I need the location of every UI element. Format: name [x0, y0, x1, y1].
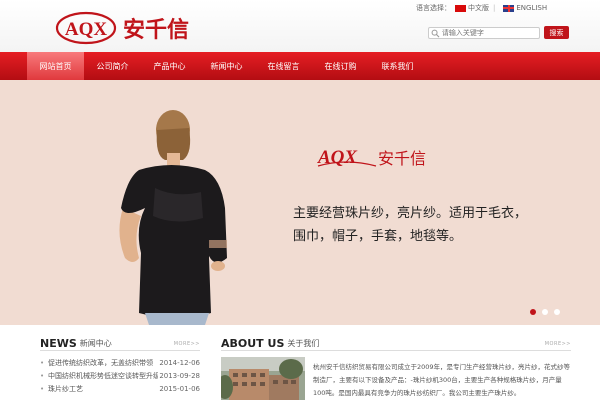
nav-message[interactable]: 在线留言	[255, 52, 312, 80]
china-flag-icon[interactable]	[455, 4, 466, 12]
language-en-link[interactable]: ENGLISH	[516, 4, 547, 12]
news-item-date: 2015-01-06	[159, 384, 200, 393]
language-label: 语言选择：	[416, 4, 451, 12]
logo-cn-text: 安千信	[123, 17, 189, 43]
nav-home[interactable]: 网站首页	[27, 52, 84, 80]
news-item-date: 2014-12-06	[159, 358, 200, 367]
slogan-line: 主要经营珠片纱，亮片纱。适用于毛衣，	[293, 206, 528, 221]
news-header: NEWS 新闻中心 MORE>>	[40, 335, 200, 351]
nav-contact[interactable]: 联系我们	[369, 52, 426, 80]
news-item-title[interactable]: 中国纺织机械形势低迷空谈转型升级	[48, 371, 158, 381]
search-icon	[431, 29, 440, 37]
search-input[interactable]	[439, 29, 539, 37]
uk-flag-icon[interactable]	[503, 4, 515, 12]
news-title-en: NEWS	[40, 337, 77, 350]
language-selector: 语言选择： 中文版 | ENGLISH	[416, 3, 548, 13]
slide-dot[interactable]	[530, 309, 536, 315]
language-cn-link[interactable]: 中文版	[468, 3, 489, 13]
nav-products[interactable]: 产品中心	[141, 52, 198, 80]
site-header: AQX 安千信 语言选择： 中文版 | ENGLISH 搜索	[0, 0, 600, 52]
main-nav: 网站首页 公司简介 产品中心 新闻中心 在线留言 在线订购 联系我们	[0, 52, 600, 80]
slogan-line: 围巾，帽子，手套，地毯等。	[293, 229, 463, 244]
search-button[interactable]: 搜索	[544, 26, 569, 39]
hero-banner[interactable]: AQX 安千信 主要经营珠片纱，亮片纱。适用于毛衣， 围巾，帽子，手套，地毯等。	[0, 80, 600, 325]
banner-logo-text: AQX	[317, 147, 358, 168]
company-building-photo[interactable]	[221, 357, 305, 400]
banner-logo: AQX 安千信	[317, 147, 426, 168]
news-more-link[interactable]: MORE>>	[174, 341, 200, 347]
about-section: ABOUT US 关于我们 MORE>> 杭州安千信纺织贸易有限公司成立于200…	[221, 335, 571, 400]
about-title-en: ABOUT US	[221, 337, 285, 350]
logo-text: AQX	[65, 19, 108, 40]
nav-about[interactable]: 公司简介	[84, 52, 141, 80]
model-photo	[119, 110, 227, 325]
about-title-cn: 关于我们	[287, 339, 320, 348]
news-item[interactable]: • 促进传统纺织改革，无盖纺织带领 2014-12-06	[40, 356, 200, 369]
site-logo[interactable]: AQX 安千信	[55, 9, 201, 45]
slide-dot[interactable]	[554, 309, 560, 315]
nav-news[interactable]: 新闻中心	[198, 52, 255, 80]
slide-indicator	[530, 309, 560, 315]
news-item-title[interactable]: 促进传统纺织改革，无盖纺织带领	[48, 358, 158, 368]
about-header: ABOUT US 关于我们 MORE>>	[221, 335, 571, 351]
about-description: 杭州安千信纺织贸易有限公司成立于2009年，是专门生产经营珠片纱，亮片纱，花式纱…	[313, 363, 571, 397]
banner-logo-cn: 安千信	[378, 149, 426, 168]
slide-dot[interactable]	[542, 309, 548, 315]
news-item[interactable]: • 珠片纱工艺 2015-01-06	[40, 382, 200, 395]
search-box	[428, 27, 540, 39]
news-item-date: 2013-09-28	[159, 371, 200, 380]
banner-slogan: 主要经营珠片纱，亮片纱。适用于毛衣， 围巾，帽子，手套，地毯等。	[293, 202, 533, 248]
news-item-title[interactable]: 珠片纱工艺	[48, 384, 158, 394]
news-item[interactable]: • 中国纺织机械形势低迷空谈转型升级 2013-09-28	[40, 369, 200, 382]
about-more-link[interactable]: MORE>>	[545, 341, 571, 347]
content-area: NEWS 新闻中心 MORE>> • 促进传统纺织改革，无盖纺织带领 2014-…	[0, 325, 600, 400]
news-section: NEWS 新闻中心 MORE>> • 促进传统纺织改革，无盖纺织带领 2014-…	[40, 335, 200, 395]
nav-order[interactable]: 在线订购	[312, 52, 369, 80]
news-list: • 促进传统纺织改革，无盖纺织带领 2014-12-06 • 中国纺织机械形势低…	[40, 356, 200, 395]
news-title-cn: 新闻中心	[79, 339, 112, 348]
